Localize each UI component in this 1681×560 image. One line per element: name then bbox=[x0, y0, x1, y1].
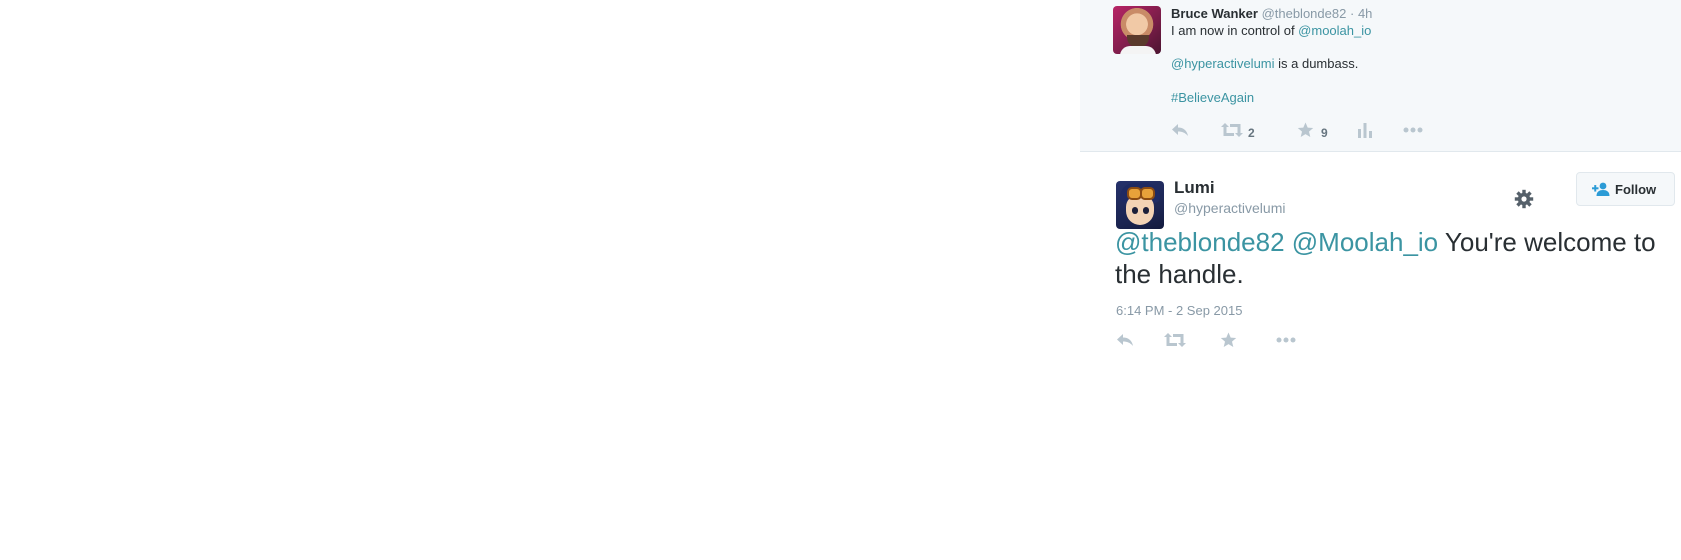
tweet-text: is a dumbass. bbox=[1274, 56, 1359, 71]
reply-button[interactable] bbox=[1116, 332, 1135, 352]
reply-icon bbox=[1117, 334, 1133, 346]
retweet-icon bbox=[1221, 123, 1243, 137]
mention-link[interactable]: @theblonde82 bbox=[1115, 227, 1285, 257]
retweet-icon bbox=[1164, 333, 1186, 347]
bar-chart-icon bbox=[1358, 123, 1372, 138]
username[interactable]: @hyperactivelumi bbox=[1174, 200, 1285, 216]
follow-label: Follow bbox=[1615, 182, 1657, 197]
ellipsis-icon bbox=[1403, 127, 1423, 133]
reply-button[interactable] bbox=[1171, 122, 1190, 142]
tweet-text-line-1: I am now in control of @moolah_io bbox=[1171, 23, 1371, 39]
username[interactable]: @theblonde82 bbox=[1262, 6, 1347, 21]
separator: · bbox=[1349, 6, 1355, 21]
reply-icon bbox=[1172, 124, 1188, 136]
add-user-icon bbox=[1592, 182, 1610, 196]
tweet-text-line-3: #BelieveAgain bbox=[1171, 90, 1254, 106]
more-button[interactable] bbox=[1276, 332, 1296, 352]
tweet-age[interactable]: 4h bbox=[1358, 6, 1372, 21]
tweet-text: I am now in control of bbox=[1171, 23, 1299, 38]
avatar-eye-right bbox=[1143, 207, 1149, 214]
hashtag-link[interactable]: #BelieveAgain bbox=[1171, 90, 1254, 105]
analytics-button[interactable] bbox=[1358, 122, 1372, 142]
display-name[interactable]: Lumi bbox=[1174, 178, 1215, 198]
star-icon bbox=[1297, 122, 1314, 137]
tweet-text: @theblonde82 @Moolah_io You're welcome t… bbox=[1115, 226, 1675, 290]
mention-link[interactable]: @moolah_io bbox=[1298, 23, 1371, 38]
mention-link[interactable]: @hyperactivelumi bbox=[1171, 56, 1275, 71]
star-icon bbox=[1220, 332, 1237, 347]
empty-page-area bbox=[0, 0, 1080, 560]
avatar-goggle-right bbox=[1140, 187, 1155, 200]
favorite-button[interactable]: 9 bbox=[1297, 122, 1328, 142]
tweet-header: Bruce Wanker @theblonde82 · 4h bbox=[1171, 6, 1372, 22]
favorite-button[interactable] bbox=[1220, 332, 1237, 352]
retweet-button[interactable] bbox=[1164, 332, 1186, 352]
avatar[interactable] bbox=[1113, 6, 1161, 54]
avatar[interactable] bbox=[1116, 181, 1164, 229]
parent-tweet[interactable]: Bruce Wanker @theblonde82 · 4h I am now … bbox=[1080, 0, 1681, 152]
display-name[interactable]: Bruce Wanker bbox=[1171, 6, 1258, 21]
favorite-count: 9 bbox=[1321, 126, 1328, 140]
more-button[interactable] bbox=[1403, 122, 1423, 142]
follow-button[interactable]: Follow bbox=[1576, 172, 1675, 206]
avatar-eye-left bbox=[1132, 207, 1138, 214]
gear-icon bbox=[1514, 189, 1534, 209]
focused-tweet: Lumi @hyperactivelumi Follow @theblonde8… bbox=[1080, 152, 1681, 560]
ellipsis-icon bbox=[1276, 337, 1296, 343]
avatar-shirt bbox=[1120, 46, 1156, 54]
user-actions-gear-button[interactable] bbox=[1514, 189, 1534, 209]
tweet-timestamp[interactable]: 6:14 PM - 2 Sep 2015 bbox=[1116, 303, 1242, 318]
retweet-button[interactable]: 2 bbox=[1221, 122, 1255, 142]
tweet-text-line-2: @hyperactivelumi is a dumbass. bbox=[1171, 56, 1358, 72]
retweet-count: 2 bbox=[1248, 126, 1255, 140]
mention-link[interactable]: @Moolah_io bbox=[1292, 227, 1438, 257]
